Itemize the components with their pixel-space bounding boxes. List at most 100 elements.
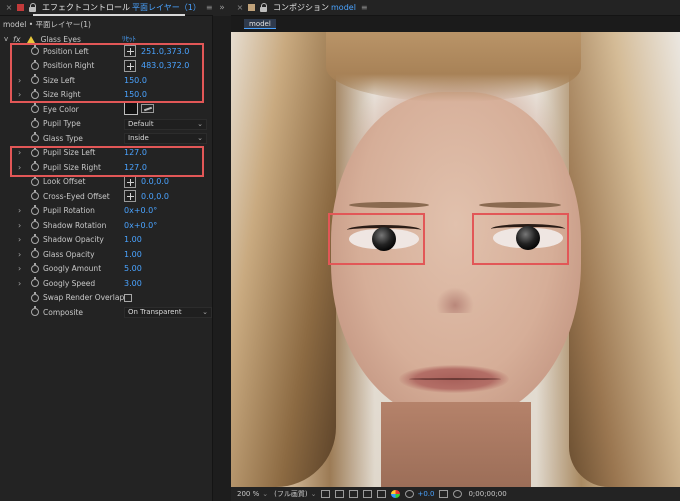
twirl-icon[interactable]: › [18, 235, 21, 244]
lock-icon[interactable] [259, 3, 269, 12]
property-name: Pupil Type [43, 119, 81, 129]
highlight-box-pupil-size [10, 146, 204, 177]
show-snapshot-icon[interactable] [453, 490, 463, 498]
property-dropdown[interactable]: On Transparent ⌄ [124, 307, 212, 318]
crosshair-icon[interactable] [124, 175, 136, 188]
stopwatch-icon[interactable] [31, 132, 39, 142]
hair-left [231, 32, 336, 487]
exposure-value[interactable]: +0.0 [417, 490, 434, 498]
stopwatch-icon[interactable] [31, 175, 39, 186]
resolution-chevron-icon[interactable]: ⌄ [311, 490, 317, 498]
guides-icon[interactable] [363, 490, 373, 498]
property-row-glass-opacity[interactable]: › Glass Opacity 1.00 [0, 247, 213, 262]
property-value[interactable]: 0x+0.0° [124, 206, 157, 215]
hair-top [326, 32, 581, 102]
resolution-select[interactable]: (フル画質) [274, 489, 307, 499]
property-value[interactable]: 0x+0.0° [124, 221, 157, 230]
layer-link[interactable]: 平面レイヤー（1） [132, 2, 201, 13]
property-value[interactable]: 5.00 [124, 264, 142, 273]
dropdown-value: Inside [128, 134, 149, 142]
effect-controls-header: × エフェクトコントロール 平面レイヤー（1） ≡ [0, 0, 213, 16]
stopwatch-icon[interactable] [31, 248, 39, 258]
property-value[interactable]: 1.00 [124, 250, 142, 259]
panel-color-swatch [248, 4, 255, 11]
property-name: Cross-Eyed Offset [43, 191, 110, 201]
property-value[interactable]: 1.00 [124, 235, 142, 244]
property-name: Shadow Rotation [43, 220, 107, 230]
dropdown-value: Default [128, 119, 154, 128]
twirl-icon[interactable]: › [18, 206, 21, 215]
property-value[interactable]: 3.00 [124, 279, 142, 288]
twirl-open-icon[interactable]: v [4, 35, 11, 43]
chevron-down-icon: ⌄ [197, 119, 203, 128]
property-row-pupil-type[interactable]: Pupil Type Default ⌄ [0, 117, 213, 132]
composition-viewer[interactable] [231, 32, 680, 487]
property-row-composite[interactable]: Composite On Transparent ⌄ [0, 305, 213, 320]
lock-icon[interactable] [28, 3, 38, 12]
neck [381, 402, 531, 487]
composition-header: × コンポジション model ≡ [231, 0, 680, 16]
property-dropdown[interactable]: Default ⌄ [124, 118, 207, 130]
stopwatch-icon[interactable] [31, 306, 39, 316]
property-row-glass-type[interactable]: Glass Type Inside ⌄ [0, 131, 213, 146]
close-panel-icon[interactable]: × [234, 3, 246, 12]
highlight-box-right-eye [472, 213, 569, 265]
region-of-interest-icon[interactable] [321, 490, 331, 498]
stopwatch-icon[interactable] [31, 190, 39, 200]
panel-title[interactable]: コンポジション [273, 2, 329, 13]
twirl-icon[interactable]: › [18, 264, 21, 273]
property-row-googly-speed[interactable]: › Googly Speed 3.00 [0, 276, 213, 291]
chevron-down-icon: ⌄ [202, 308, 208, 316]
exposure-reset-icon[interactable] [405, 490, 415, 498]
eyedropper-icon[interactable] [141, 104, 154, 113]
stopwatch-icon[interactable] [31, 262, 39, 273]
warning-icon [26, 35, 35, 43]
property-row-shadow-rotation[interactable]: › Shadow Rotation 0x+0.0° [0, 218, 213, 233]
stopwatch-icon[interactable] [31, 103, 39, 113]
property-row-cross-eyed-offset[interactable]: Cross-Eyed Offset 0.0,0.0 [0, 189, 213, 204]
property-name: Swap Render Overlap [43, 293, 125, 303]
close-panel-icon[interactable]: × [3, 3, 15, 12]
panel-menu-icon[interactable]: ≡ [206, 3, 213, 12]
property-value[interactable]: 0.0,0.0 [141, 177, 169, 186]
right-brow [479, 202, 561, 208]
property-row-shadow-opacity[interactable]: › Shadow Opacity 1.00 [0, 233, 213, 248]
stopwatch-icon[interactable] [31, 233, 39, 244]
current-time[interactable]: 0;00;00;00 [468, 490, 506, 498]
property-value[interactable]: 0.0,0.0 [141, 192, 169, 201]
property-name: Glass Type [43, 133, 83, 143]
stopwatch-icon[interactable] [31, 204, 39, 215]
fast-previews-icon[interactable] [377, 490, 387, 498]
crosshair-icon[interactable] [124, 190, 136, 202]
property-name: Look Offset [43, 177, 86, 187]
property-row-swap-render-overlap[interactable]: Swap Render Overlap [0, 291, 213, 306]
property-checkbox[interactable] [124, 293, 132, 302]
color-management-icon[interactable] [391, 490, 401, 498]
mask-visibility-icon[interactable] [349, 490, 359, 498]
twirl-icon[interactable]: › [18, 221, 21, 230]
property-row-eye-color[interactable]: Eye Color [0, 102, 213, 117]
property-row-googly-amount[interactable]: › Googly Amount 5.00 [0, 262, 213, 277]
zoom-chevron-icon[interactable]: ⌄ [262, 490, 268, 498]
stopwatch-icon[interactable] [31, 291, 39, 302]
stopwatch-icon[interactable] [31, 277, 39, 287]
composition-link[interactable]: model [331, 3, 356, 12]
chevron-down-icon: ⌄ [197, 134, 203, 142]
panel-menu-icon[interactable]: ≡ [361, 3, 368, 12]
twirl-icon[interactable]: › [18, 279, 21, 288]
panel-title[interactable]: エフェクトコントロール [42, 2, 130, 13]
zoom-level-select[interactable]: 200 % [237, 490, 259, 498]
twirl-icon[interactable]: › [18, 250, 21, 259]
property-dropdown[interactable]: Inside ⌄ [124, 133, 207, 144]
snapshot-icon[interactable] [439, 490, 449, 498]
panel-color-swatch [17, 4, 24, 11]
transparency-grid-icon[interactable] [335, 490, 345, 498]
composition-panel: model 200 % ⌄ (フル画質) ⌄ +0.0 0;00;00;00 [231, 16, 680, 501]
property-row-pupil-rotation[interactable]: › Pupil Rotation 0x+0.0° [0, 204, 213, 219]
panel-overflow-button[interactable]: » [213, 0, 231, 16]
stopwatch-icon[interactable] [31, 117, 39, 128]
color-swatch[interactable] [124, 102, 138, 115]
property-name: Composite [43, 307, 84, 317]
comp-tab[interactable]: model [244, 19, 276, 29]
stopwatch-icon[interactable] [31, 219, 39, 229]
